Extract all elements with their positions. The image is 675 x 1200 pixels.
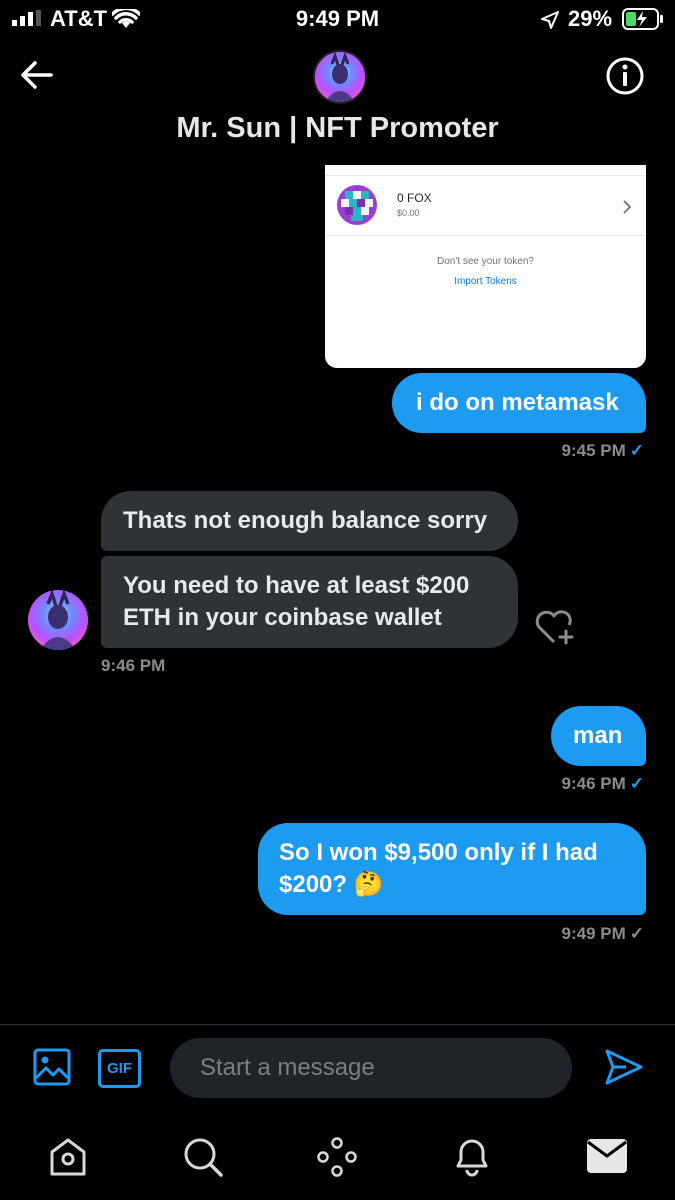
message-bubble-outgoing[interactable]: i do on metamask <box>392 373 646 433</box>
message-text-line: ETH in your coinbase wallet <box>123 604 442 631</box>
message-text: Thats not enough balance sorry <box>123 507 488 534</box>
import-tokens-link[interactable]: Import Tokens <box>325 276 646 287</box>
message-input[interactable] <box>170 1038 572 1098</box>
message-text: man <box>573 722 623 749</box>
message-timestamp: 9:46 PM <box>101 656 166 675</box>
message-bubble-incoming[interactable]: Thats not enough balance sorry <box>101 491 518 551</box>
info-icon[interactable] <box>605 56 645 96</box>
bell-icon[interactable] <box>450 1134 494 1178</box>
message-text: i do on metamask <box>416 389 619 416</box>
message-text-line: So I won $9,500 only if I had <box>279 839 598 866</box>
message-timestamp: 9:45 PM ✓ <box>561 441 645 460</box>
message-bubble-outgoing[interactable]: man <box>551 706 646 766</box>
message-timestamp: 9:49 PM ✓ <box>561 924 645 943</box>
robot-avatar-image <box>40 590 76 650</box>
battery-charging-icon <box>622 8 663 30</box>
battery-percent: 29% <box>568 6 613 31</box>
message-text-line: $200? 🤔 <box>279 871 384 898</box>
status-bar: AT&T 9:49 PM 29% <box>0 0 675 40</box>
read-check-icon: ✓ <box>629 441 644 460</box>
location-arrow-icon <box>541 11 559 29</box>
message-bubble-outgoing[interactable]: So I won $9,500 only if I had $200? 🤔 <box>258 823 646 915</box>
back-arrow-icon[interactable] <box>20 60 54 90</box>
sent-check-icon: ✓ <box>629 924 644 943</box>
add-reaction-heart-icon[interactable] <box>533 607 577 645</box>
composer-divider <box>0 1024 675 1025</box>
header-avatar[interactable] <box>313 50 367 104</box>
divider <box>325 235 646 236</box>
search-icon[interactable] <box>182 1136 224 1178</box>
chevron-right-icon <box>623 200 632 214</box>
message-timestamp: 9:46 PM ✓ <box>561 774 645 793</box>
spaces-icon[interactable] <box>316 1136 358 1178</box>
token-name: 0 FOX <box>397 191 432 205</box>
send-icon[interactable] <box>604 1048 644 1086</box>
missing-token-prompt: Don't see your token? <box>437 256 534 267</box>
shared-image-card[interactable]: 0 FOX $0.00 Don't see your token? Import… <box>325 165 646 368</box>
robot-avatar-image <box>325 52 355 102</box>
image-icon[interactable] <box>33 1048 71 1086</box>
home-icon[interactable] <box>47 1136 89 1178</box>
mail-icon[interactable] <box>586 1138 628 1174</box>
fox-token-icon <box>337 185 377 225</box>
conversation-title[interactable]: Mr. Sun | NFT Promoter <box>0 112 675 145</box>
message-bubble-incoming[interactable]: You need to have at least $200 ETH in yo… <box>101 556 518 648</box>
read-check-icon: ✓ <box>629 774 644 793</box>
message-text-line: You need to have at least $200 <box>123 572 470 599</box>
divider <box>325 175 646 176</box>
sender-avatar[interactable] <box>28 590 88 650</box>
gif-button[interactable]: GIF <box>98 1049 141 1088</box>
token-value: $0.00 <box>397 208 420 218</box>
